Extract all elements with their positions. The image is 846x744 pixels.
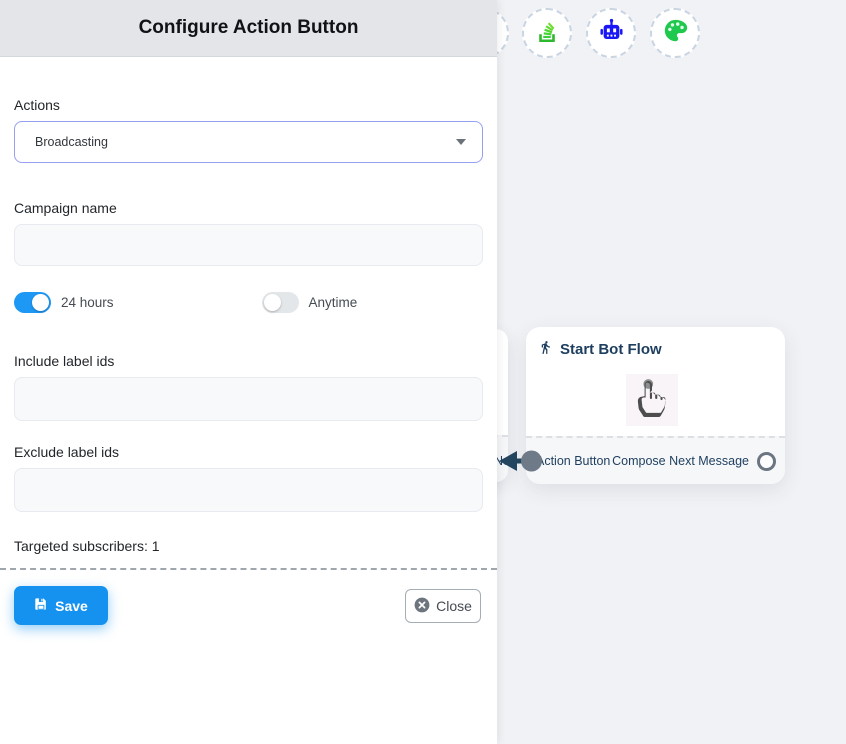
- robot-icon: [598, 17, 625, 49]
- toolbar-item-stack[interactable]: [522, 8, 572, 58]
- actions-select[interactable]: Broadcasting: [14, 121, 483, 163]
- footer-divider: [0, 568, 497, 570]
- actions-label: Actions: [14, 97, 483, 113]
- campaign-name-input[interactable]: [14, 224, 483, 266]
- close-button-label: Close: [436, 598, 472, 614]
- include-label-ids-input[interactable]: [14, 377, 483, 421]
- toolbar-item-theme[interactable]: [650, 8, 700, 58]
- input-port-label: Action Button: [536, 454, 610, 468]
- exclude-label-ids-input[interactable]: [14, 468, 483, 512]
- configure-action-panel: Configure Action Button Actions Broadcas…: [0, 0, 497, 744]
- output-handle[interactable]: [757, 452, 776, 471]
- anytime-label: Anytime: [309, 295, 358, 310]
- palette-icon: [662, 17, 689, 49]
- save-button[interactable]: Save: [14, 586, 108, 625]
- 24-hours-label: 24 hours: [61, 295, 114, 310]
- toggle-knob: [32, 294, 49, 311]
- flow-node-start-bot-flow[interactable]: Start Bot Flow Nex Action Button Compose…: [526, 327, 785, 484]
- panel-title: Configure Action Button: [0, 0, 497, 57]
- output-port-label: Compose Next Message: [612, 454, 749, 468]
- input-handle[interactable]: [521, 451, 542, 472]
- schedule-toggle-row: 24 hours Anytime: [14, 292, 483, 313]
- close-circle-icon: [414, 597, 430, 616]
- node-title: Start Bot Flow: [560, 341, 662, 358]
- targeted-subscribers-text: Targeted subscribers: 1: [14, 538, 483, 554]
- save-icon: [34, 597, 48, 614]
- exclude-label-ids-label: Exclude label ids: [14, 444, 483, 460]
- anytime-toggle[interactable]: [262, 292, 299, 313]
- 24-hours-toggle[interactable]: [14, 292, 51, 313]
- campaign-name-label: Campaign name: [14, 200, 483, 216]
- node-footer: Nex Action Button Compose Next Message: [526, 436, 785, 484]
- actions-selected-value: Broadcasting: [35, 135, 456, 149]
- toggle-knob: [264, 294, 281, 311]
- node-drag-area[interactable]: [626, 374, 678, 426]
- tap-hand-icon: [634, 378, 670, 423]
- input-port-action-button[interactable]: Nex Action Button: [526, 438, 610, 484]
- close-button[interactable]: Close: [405, 589, 481, 623]
- stack-icon: [534, 18, 560, 49]
- walking-person-icon: [538, 339, 553, 360]
- caret-down-icon: [456, 139, 466, 145]
- output-port-compose-next[interactable]: Compose Next Message: [612, 438, 785, 484]
- toolbar-item-bot[interactable]: [586, 8, 636, 58]
- node-header: Start Bot Flow: [526, 327, 785, 360]
- include-label-ids-label: Include label ids: [14, 353, 483, 369]
- toggle-group-24-hours: 24 hours: [14, 292, 114, 313]
- toggle-group-anytime: Anytime: [262, 292, 358, 313]
- save-button-label: Save: [55, 598, 88, 614]
